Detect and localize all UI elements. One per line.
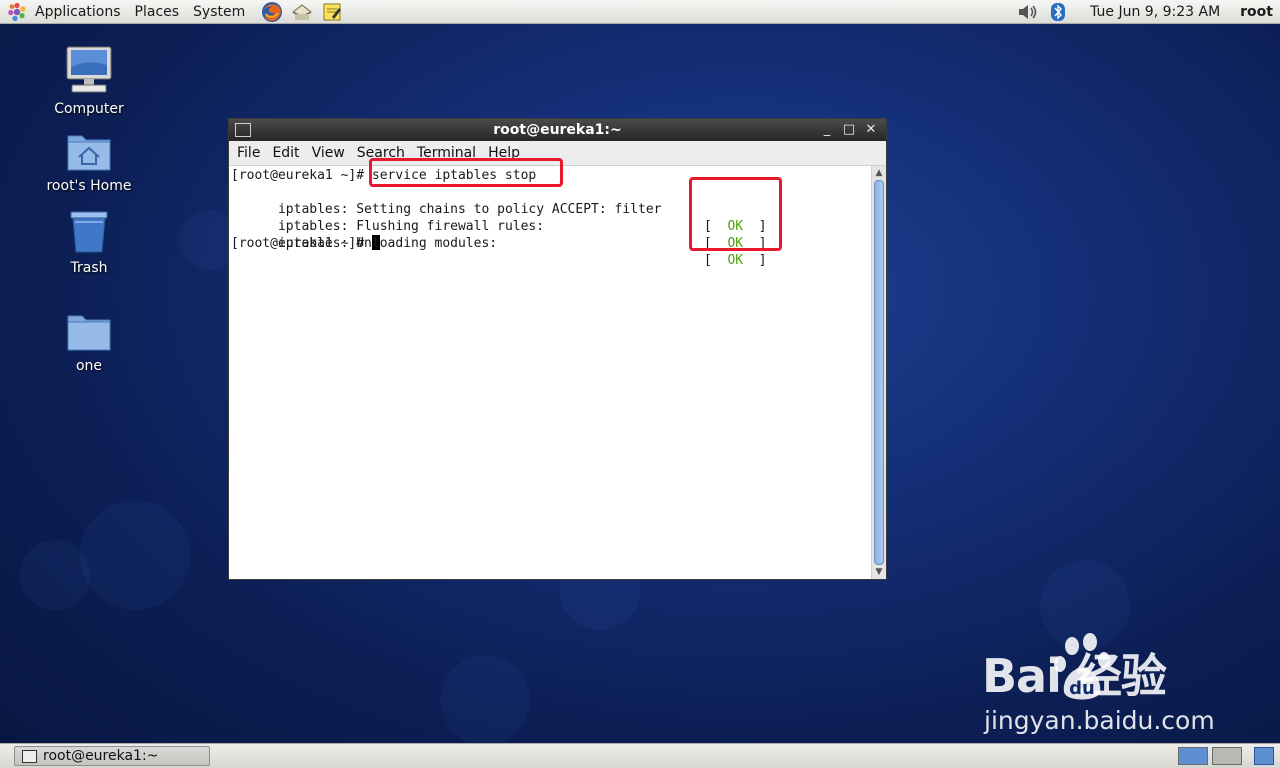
desktop-icon-label: one bbox=[75, 358, 103, 374]
background-bokeh bbox=[80, 500, 190, 610]
scrollbar[interactable]: ▲ ▼ bbox=[871, 166, 886, 579]
terminal-icon bbox=[235, 123, 251, 137]
home-folder-icon bbox=[67, 135, 111, 171]
taskbar-terminal-button[interactable]: root@eureka1:~ bbox=[14, 746, 210, 766]
background-bokeh bbox=[20, 540, 90, 610]
menu-view[interactable]: View bbox=[306, 141, 351, 165]
svg-text:du: du bbox=[1069, 678, 1095, 699]
user-menu[interactable]: root bbox=[1240, 4, 1273, 20]
clock[interactable]: Tue Jun 9, 9:23 AM bbox=[1090, 4, 1220, 20]
terminal-icon bbox=[22, 749, 37, 763]
mail-icon[interactable] bbox=[290, 1, 314, 23]
maximize-button[interactable]: □ bbox=[838, 120, 860, 140]
status-highlight bbox=[689, 177, 782, 251]
desktop-icon-computer[interactable]: Computer bbox=[34, 45, 144, 117]
volume-icon[interactable] bbox=[1016, 1, 1040, 23]
menu-edit[interactable]: Edit bbox=[266, 141, 305, 165]
menu-applications[interactable]: Applications bbox=[28, 0, 128, 24]
minimize-button[interactable]: _ bbox=[816, 120, 838, 140]
desktop-icon-label: root's Home bbox=[46, 178, 132, 194]
close-button[interactable]: ✕ bbox=[860, 120, 882, 140]
firefox-icon[interactable] bbox=[260, 1, 284, 23]
desktop-icon-label: Trash bbox=[70, 260, 108, 276]
menu-system[interactable]: System bbox=[186, 0, 252, 24]
scroll-up-arrow[interactable]: ▲ bbox=[872, 167, 886, 179]
terminal-line-text: iptables: Unloading modules: bbox=[277, 236, 498, 251]
trash-icon bbox=[70, 211, 108, 253]
command-highlight bbox=[369, 158, 563, 187]
gnome-foot-icon[interactable] bbox=[6, 1, 28, 23]
computer-icon bbox=[66, 46, 112, 93]
desktop-icon-trash[interactable]: Trash bbox=[34, 210, 144, 276]
baidu-watermark: Bai 经验 du jingyan.baidu.com bbox=[982, 632, 1222, 742]
menu-places[interactable]: Places bbox=[128, 0, 187, 24]
watermark-url: jingyan.baidu.com bbox=[984, 706, 1215, 735]
title-bar[interactable]: root@eureka1:~ _ □ ✕ bbox=[229, 119, 886, 141]
desktop-icon-one[interactable]: one bbox=[34, 310, 144, 374]
menu-file[interactable]: File bbox=[231, 141, 266, 165]
top-panel: Applications Places System Tue Jun 9, 9:… bbox=[0, 0, 1280, 24]
bottom-panel: root@eureka1:~ bbox=[0, 743, 1280, 768]
trash-applet-icon[interactable] bbox=[1254, 747, 1274, 765]
background-bokeh bbox=[440, 655, 530, 745]
folder-icon bbox=[67, 315, 111, 351]
workspace-2[interactable] bbox=[1212, 747, 1242, 765]
terminal-window[interactable]: root@eureka1:~ _ □ ✕ File Edit View Sear… bbox=[228, 118, 887, 580]
workspace-1[interactable] bbox=[1178, 747, 1208, 765]
notes-icon[interactable] bbox=[320, 1, 344, 23]
scroll-down-arrow[interactable]: ▼ bbox=[872, 566, 886, 578]
bluetooth-icon[interactable] bbox=[1046, 1, 1070, 23]
status-ok: [ OK ] bbox=[704, 253, 767, 268]
window-title: root@eureka1:~ bbox=[493, 122, 622, 138]
desktop-icon-label: Computer bbox=[54, 101, 124, 117]
taskbar-label: root@eureka1:~ bbox=[43, 748, 159, 764]
scroll-thumb[interactable] bbox=[874, 180, 884, 565]
paw-icon: du bbox=[1054, 633, 1110, 700]
desktop-icon-home[interactable]: root's Home bbox=[34, 130, 144, 194]
